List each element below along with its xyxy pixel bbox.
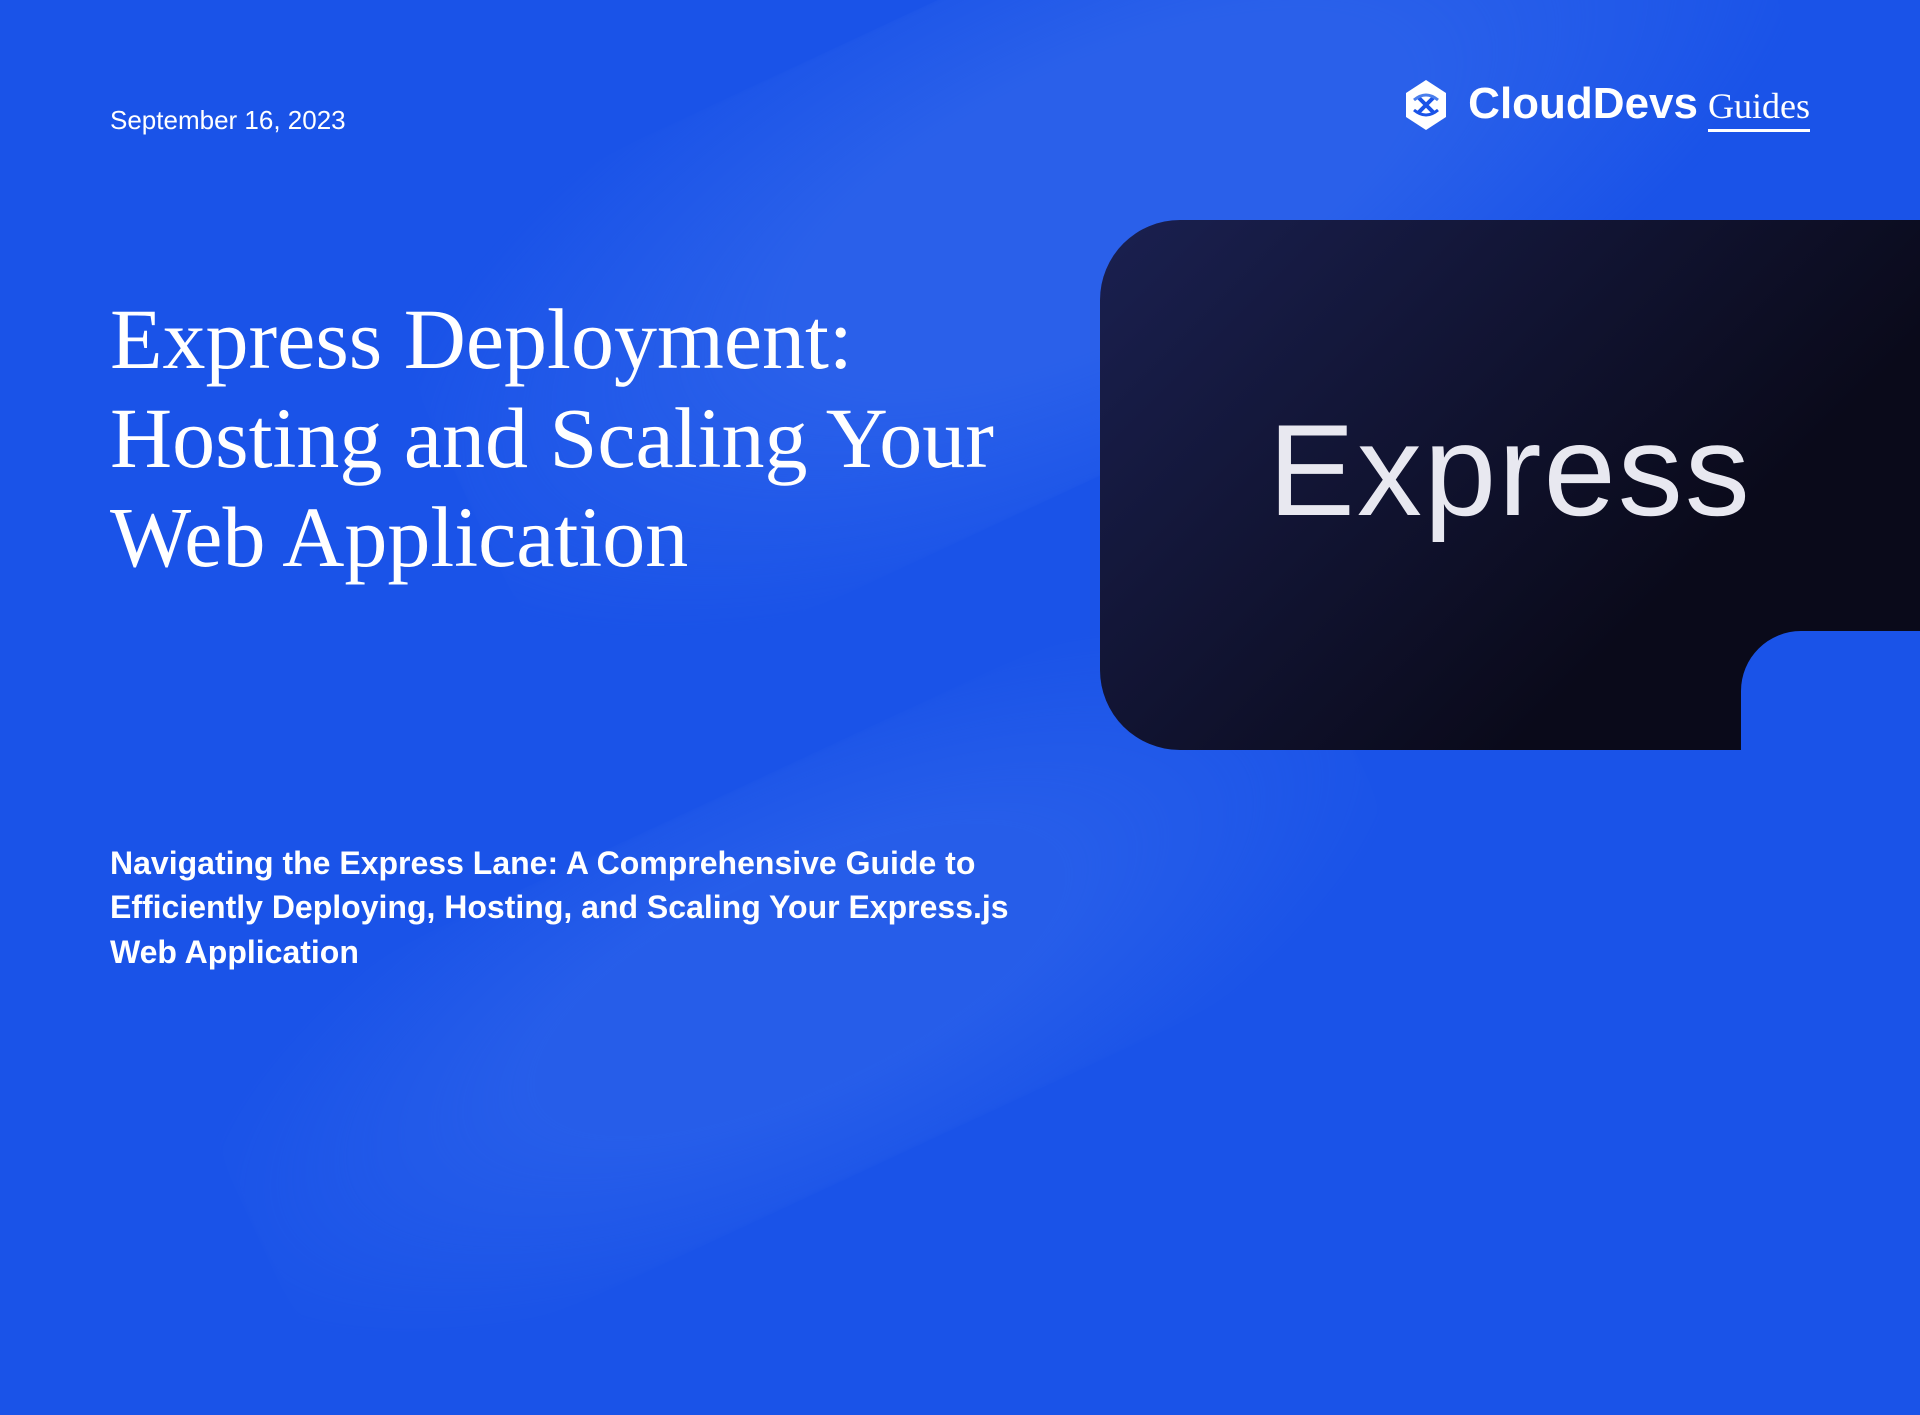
- page-title: Express Deployment: Hosting and Scaling …: [110, 290, 1010, 587]
- page-subtitle: Navigating the Express Lane: A Comprehen…: [110, 841, 1050, 975]
- brand-name-sub: Guides: [1708, 85, 1810, 132]
- brand-text: CloudDevs Guides: [1468, 79, 1810, 132]
- clouddevs-logo-icon: [1396, 75, 1456, 135]
- express-framework-label: Express: [1268, 395, 1752, 545]
- brand-header: CloudDevs Guides: [1396, 75, 1810, 135]
- express-framework-card: Express: [1100, 220, 1920, 750]
- publish-date: September 16, 2023: [110, 105, 346, 136]
- brand-name-main: CloudDevs: [1468, 79, 1698, 129]
